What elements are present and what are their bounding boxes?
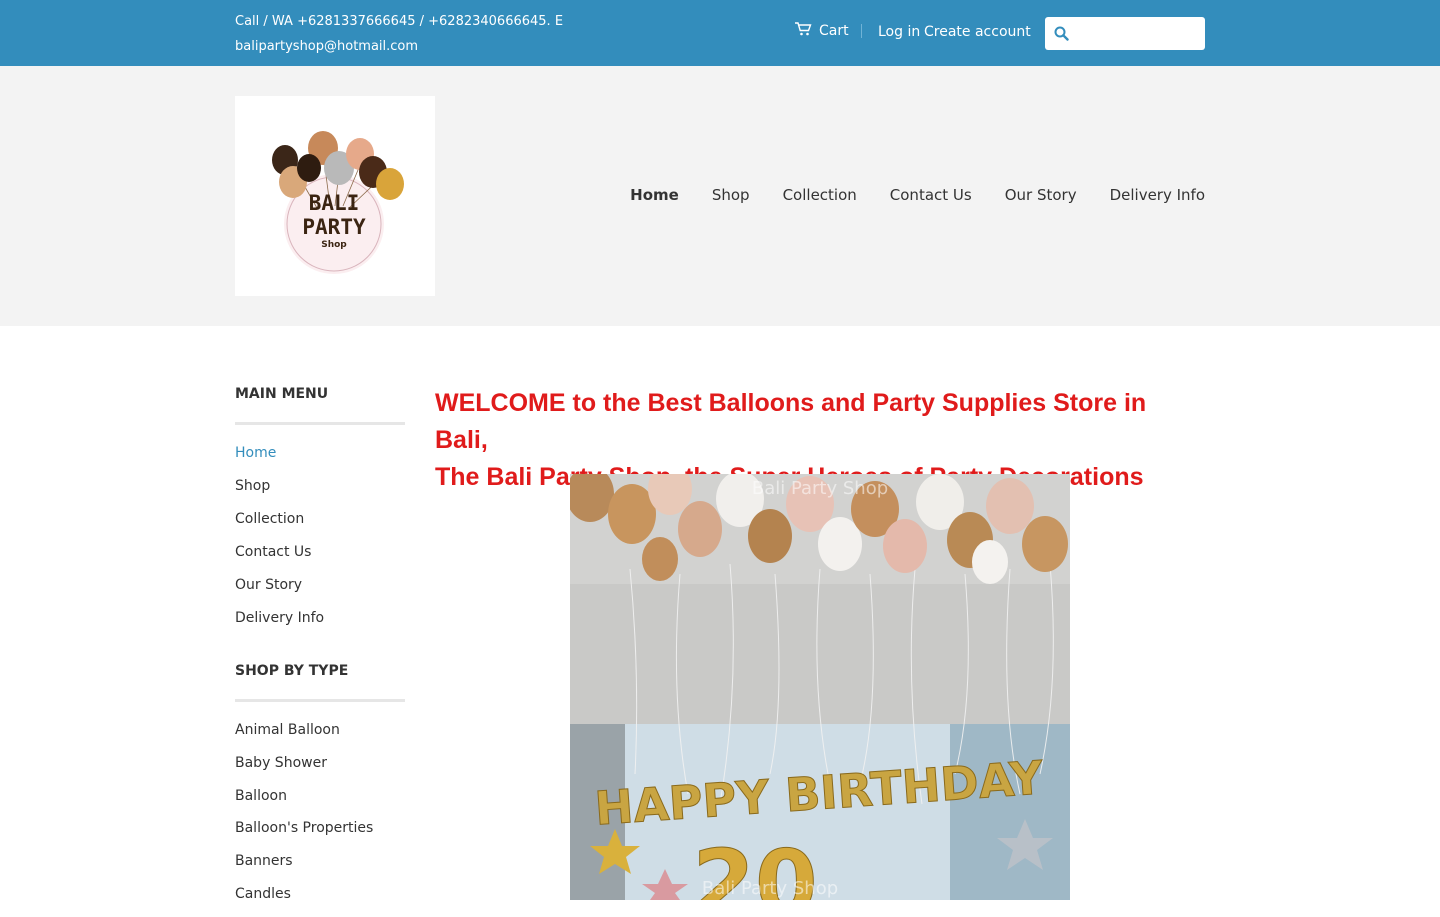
login-link[interactable]: Log in <box>878 24 920 40</box>
svg-text:PARTY: PARTY <box>302 215 366 239</box>
site-header: BALI PARTY Shop Home Shop Collection Con… <box>0 66 1440 326</box>
nav-shop[interactable]: Shop <box>712 186 750 204</box>
main-menu-list: Home Shop Collection Contact Us Our Stor… <box>235 443 405 641</box>
title-line-1: WELCOME to the Best Balloons and Party S… <box>435 389 1147 454</box>
create-account-link[interactable]: Create account <box>924 24 1031 40</box>
nav-collection[interactable]: Collection <box>783 186 857 204</box>
cart-label: Cart <box>819 23 849 39</box>
sidebar-item-collection[interactable]: Collection <box>235 509 405 542</box>
sidebar-item-banners[interactable]: Banners <box>235 851 405 884</box>
sidebar-item-baby-shower[interactable]: Baby Shower <box>235 753 405 786</box>
shop-by-type-heading: Shop by Type <box>235 663 349 679</box>
sidebar-item-animal-balloon[interactable]: Animal Balloon <box>235 720 405 753</box>
contact-info: Call / WA +6281337666645 / +628234066664… <box>235 9 565 59</box>
contact-phone: Call / WA +6281337666645 / +628234066664… <box>235 14 564 29</box>
logo-image: BALI PARTY Shop <box>272 131 404 274</box>
main-menu-heading: Main Menu <box>235 386 329 402</box>
svg-text:Shop: Shop <box>321 240 347 250</box>
sidebar-item-contact-us[interactable]: Contact Us <box>235 542 405 575</box>
sidebar: Main Menu Home Shop Collection Contact U… <box>235 386 405 917</box>
site-logo[interactable]: BALI PARTY Shop <box>235 96 435 296</box>
shop-by-type-list: Animal Balloon Baby Shower Balloon Ballo… <box>235 720 405 917</box>
cart-link[interactable]: Cart <box>795 22 849 40</box>
search-input[interactable] <box>1077 18 1201 49</box>
svg-text:Bali Party Shop: Bali Party Shop <box>752 478 888 499</box>
sidebar-item-home[interactable]: Home <box>235 443 405 476</box>
svg-text:Bali Party Shop: Bali Party Shop <box>702 878 838 899</box>
sidebar-item-shop[interactable]: Shop <box>235 476 405 509</box>
sidebar-item-our-story[interactable]: Our Story <box>235 575 405 608</box>
nav-delivery-info[interactable]: Delivery Info <box>1110 186 1205 204</box>
nav-contact-us[interactable]: Contact Us <box>890 186 972 204</box>
sidebar-item-balloons-properties[interactable]: Balloon's Properties <box>235 818 405 851</box>
contact-email[interactable]: balipartyshop@hotmail.com <box>235 34 565 59</box>
search-box <box>1045 17 1205 50</box>
sidebar-item-delivery-info[interactable]: Delivery Info <box>235 608 405 641</box>
divider <box>235 699 405 702</box>
sidebar-item-balloon[interactable]: Balloon <box>235 786 405 819</box>
nav-our-story[interactable]: Our Story <box>1005 186 1077 204</box>
svg-text:BALI: BALI <box>309 191 360 215</box>
topbar-divider <box>861 24 862 38</box>
search-icon[interactable] <box>1045 17 1077 50</box>
nav-home[interactable]: Home <box>630 186 679 204</box>
birthday-decoration-photo: HAPPY BIRTHDAY 20 Bali Party Shop Bali P… <box>570 474 1070 900</box>
sidebar-item-candles[interactable]: Candles <box>235 884 405 917</box>
top-bar: Call / WA +6281337666645 / +628234066664… <box>0 0 1440 66</box>
main-navigation: Home Shop Collection Contact Us Our Stor… <box>597 186 1205 204</box>
divider <box>235 422 405 425</box>
cart-icon <box>795 22 812 40</box>
hero-image: HAPPY BIRTHDAY 20 Bali Party Shop Bali P… <box>570 474 1070 900</box>
